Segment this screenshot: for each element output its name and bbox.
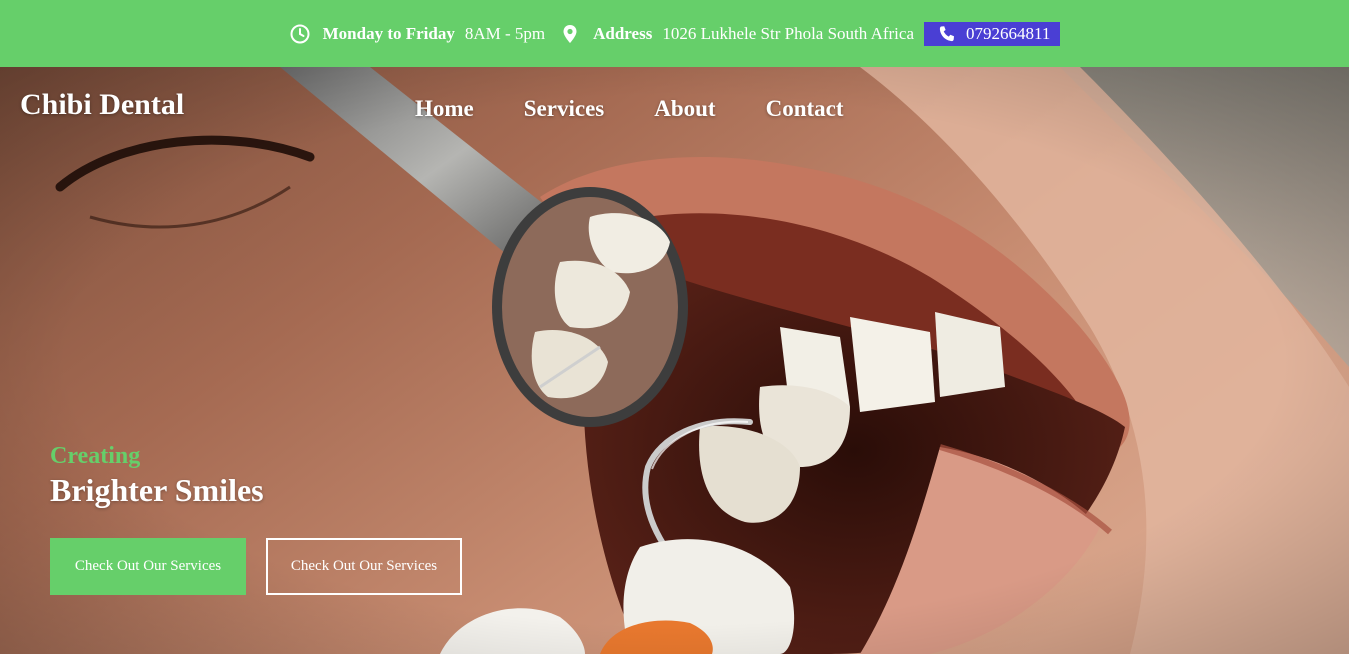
hours-group: Monday to Friday 8AM - 5pm	[289, 23, 560, 45]
location-pin-icon	[559, 23, 581, 45]
hours-value: 8AM - 5pm	[464, 23, 546, 43]
site-logo[interactable]: Chibi Dental	[20, 88, 184, 122]
top-info-bar: Monday to Friday 8AM - 5pm Address 1026 …	[0, 0, 1349, 67]
services-button-outline[interactable]: Check Out Our Services	[266, 538, 462, 595]
services-button-primary[interactable]: Check Out Our Services	[50, 538, 246, 595]
hero-headline: Brighter Smiles	[50, 472, 264, 508]
phone-icon	[936, 23, 958, 45]
nav-item-home[interactable]: Home	[415, 96, 474, 122]
clock-icon	[289, 23, 311, 45]
phone-link[interactable]: 0792664811	[924, 21, 1061, 46]
nav-item-about[interactable]: About	[654, 96, 715, 122]
address-group: Address 1026 Lukhele Str Phola South Afr…	[559, 23, 928, 45]
phone-number: 0792664811	[966, 23, 1051, 43]
hours-label: Monday to Friday	[322, 23, 455, 43]
nav-item-contact[interactable]: Contact	[766, 96, 844, 122]
main-nav: Home Services About Contact	[415, 96, 894, 122]
address-label: Address	[593, 23, 653, 43]
hero-kicker: Creating	[50, 443, 141, 469]
address-value: 1026 Lukhele Str Phola South Africa	[662, 23, 914, 43]
nav-item-services[interactable]: Services	[524, 96, 604, 122]
